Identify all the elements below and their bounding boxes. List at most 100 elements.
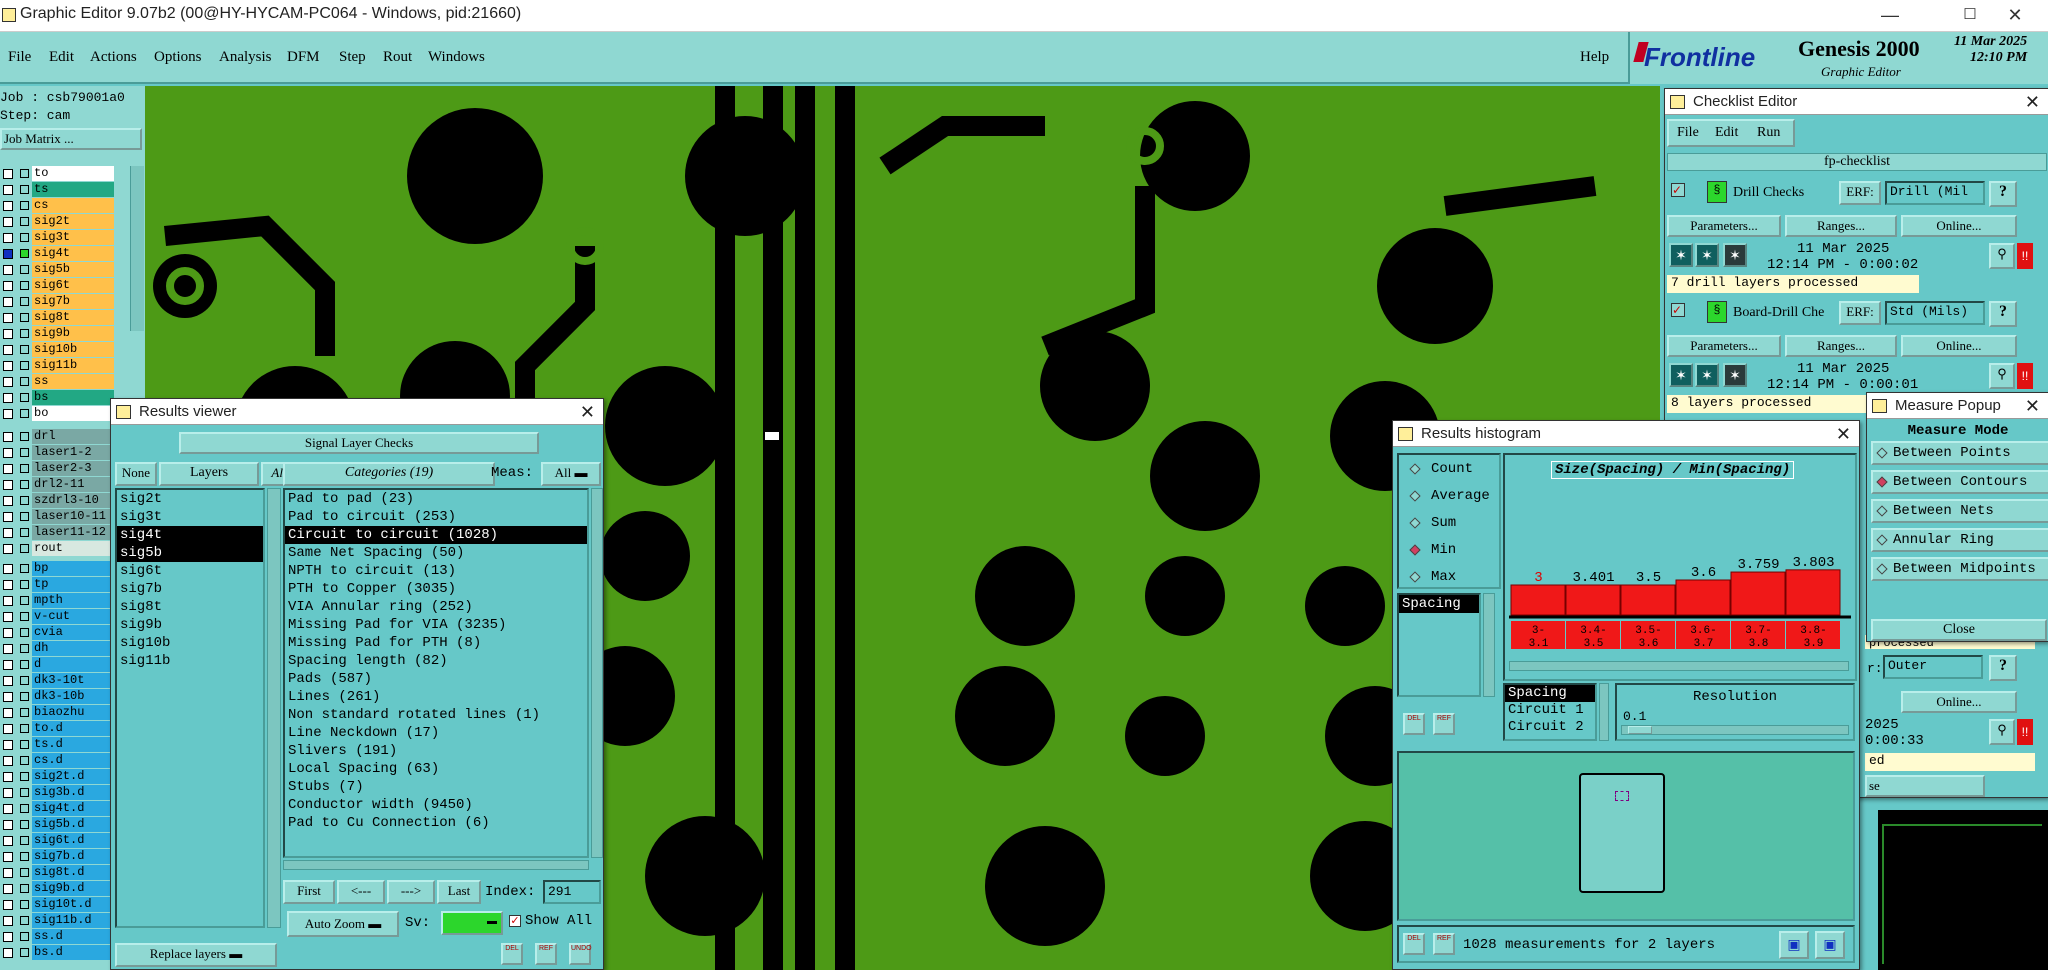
board-preview[interactable]: [1579, 773, 1665, 893]
layer-name[interactable]: sig6t: [32, 278, 114, 293]
layer-affect-checkbox[interactable]: [20, 676, 29, 685]
histogram-function-option[interactable]: Average: [1405, 486, 1490, 506]
erf-field[interactable]: Drill (Mil: [1885, 181, 1985, 205]
layer-checkbox[interactable]: [3, 377, 13, 387]
layer-name[interactable]: dk3-10t: [32, 673, 114, 688]
layer-row[interactable]: sig7b: [0, 294, 145, 309]
resolution-slider[interactable]: [1621, 725, 1849, 735]
layer-affect-checkbox[interactable]: [20, 409, 29, 418]
layer-affect-checkbox[interactable]: [20, 740, 29, 749]
layer-checkbox[interactable]: [3, 201, 13, 211]
layer-list-scrollbar[interactable]: [267, 488, 281, 928]
layer-checkbox[interactable]: [3, 820, 13, 830]
layer-checkbox[interactable]: [3, 464, 13, 474]
menu-windows[interactable]: Windows: [428, 49, 485, 66]
layer-affect-checkbox[interactable]: [20, 329, 29, 338]
layer-affect-checkbox[interactable]: [20, 528, 29, 537]
layer-checkbox[interactable]: [3, 249, 13, 259]
layer-scrollbar[interactable]: [130, 166, 144, 331]
layer-checkbox[interactable]: [3, 361, 13, 371]
histogram-function-option[interactable]: Max: [1405, 567, 1456, 587]
layer-checkbox[interactable]: [3, 448, 13, 458]
layer-name[interactable]: tp: [32, 577, 114, 592]
histogram-bar[interactable]: [1785, 569, 1841, 616]
layer-affect-checkbox[interactable]: [20, 708, 29, 717]
delete-icon[interactable]: DEL: [1403, 713, 1425, 735]
histogram-bar[interactable]: [1675, 579, 1731, 616]
layer-affect-checkbox[interactable]: [20, 596, 29, 605]
attribute-item[interactable]: Circuit 1: [1505, 702, 1595, 719]
menu-edit[interactable]: Edit: [49, 49, 74, 66]
layer-affect-checkbox[interactable]: [20, 185, 29, 194]
measure-mode-option[interactable]: Between Nets: [1871, 499, 2048, 523]
close-icon[interactable]: ✕: [1836, 421, 1851, 447]
attribute-item[interactable]: Circuit 2: [1505, 719, 1595, 736]
run-check-icon[interactable]: ✶: [1669, 243, 1693, 267]
online-button[interactable]: Online...: [1901, 691, 2017, 713]
layer-name[interactable]: cs.d: [32, 753, 114, 768]
layer-checkbox[interactable]: [3, 676, 13, 686]
layer-name[interactable]: mpth: [32, 593, 114, 608]
layer-affect-checkbox[interactable]: [20, 345, 29, 354]
layer-checkbox[interactable]: [3, 544, 13, 554]
erf-field-outer[interactable]: Outer: [1883, 655, 1983, 679]
layer-affect-checkbox[interactable]: [20, 580, 29, 589]
layer-affect-checkbox[interactable]: [20, 628, 29, 637]
layer-checkbox[interactable]: [3, 233, 13, 243]
layer-list-item[interactable]: sig8t: [117, 598, 263, 616]
menu-help[interactable]: Help: [1580, 49, 1609, 66]
layer-list-item[interactable]: sig5b: [117, 544, 263, 562]
layer-affect-checkbox[interactable]: [20, 464, 29, 473]
layer-name[interactable]: d: [32, 657, 114, 672]
checklist-menu-run[interactable]: Run: [1757, 125, 1780, 141]
layer-name[interactable]: to: [32, 166, 114, 181]
layer-affect-checkbox[interactable]: [20, 948, 29, 957]
layer-name[interactable]: sig10b: [32, 342, 114, 357]
layer-name[interactable]: laser10-11: [32, 509, 114, 524]
layer-checkbox[interactable]: [3, 724, 13, 734]
category-list-item[interactable]: Slivers (191): [285, 742, 587, 760]
layer-affect-checkbox[interactable]: [20, 265, 29, 274]
layer-checkbox[interactable]: [3, 480, 13, 490]
online-button[interactable]: Online...: [1901, 215, 2017, 237]
category-list-item[interactable]: Pad to Cu Connection (6): [285, 814, 587, 832]
first-button[interactable]: First: [283, 880, 335, 904]
close-icon[interactable]: ✕: [580, 399, 595, 425]
report-icon[interactable]: ▣: [1815, 931, 1845, 959]
layer-name[interactable]: sig8t.d: [32, 865, 114, 880]
export-icon[interactable]: ▣: [1779, 931, 1809, 959]
check-enable-checkbox[interactable]: ✓: [1671, 183, 1685, 197]
menu-actions[interactable]: Actions: [90, 49, 137, 66]
replace-layers-select[interactable]: Replace layers ▬: [115, 943, 277, 967]
layer-affect-checkbox[interactable]: [20, 169, 29, 178]
histogram-function-option[interactable]: Count: [1405, 459, 1473, 479]
undo-icon[interactable]: UNDO: [569, 943, 592, 965]
category-list-item[interactable]: Same Net Spacing (50): [285, 544, 587, 562]
layer-checkbox[interactable]: [3, 644, 13, 654]
layer-checkbox[interactable]: [3, 297, 13, 307]
refresh-icon[interactable]: REF: [1433, 713, 1455, 735]
partial-close-button[interactable]: se: [1865, 775, 1985, 797]
layers-button[interactable]: Layers: [159, 462, 259, 486]
layer-affect-checkbox[interactable]: [20, 660, 29, 669]
layer-affect-checkbox[interactable]: [20, 233, 29, 242]
layer-checkbox[interactable]: [3, 900, 13, 910]
layer-name[interactable]: sig7b.d: [32, 849, 114, 864]
close-icon[interactable]: ✕: [2025, 393, 2040, 419]
zoom-icon[interactable]: ⚲: [1989, 719, 2015, 745]
layer-name[interactable]: ss.d: [32, 929, 114, 944]
layer-affect-checkbox[interactable]: [20, 932, 29, 941]
layer-checkbox[interactable]: [3, 393, 13, 403]
layer-affect-checkbox[interactable]: [20, 448, 29, 457]
layer-row[interactable]: sig5b: [0, 262, 145, 277]
layer-name[interactable]: sig8t: [32, 310, 114, 325]
histogram-bar[interactable]: [1620, 584, 1676, 616]
layer-checkbox[interactable]: [3, 868, 13, 878]
layer-checkbox[interactable]: [3, 612, 13, 622]
layer-checkbox[interactable]: [3, 948, 13, 958]
field-list[interactable]: Spacing: [1397, 593, 1481, 697]
layer-affect-checkbox[interactable]: [20, 313, 29, 322]
layer-name[interactable]: sig9b.d: [32, 881, 114, 896]
layer-checkbox[interactable]: [3, 265, 13, 275]
layer-affect-checkbox[interactable]: [20, 692, 29, 701]
